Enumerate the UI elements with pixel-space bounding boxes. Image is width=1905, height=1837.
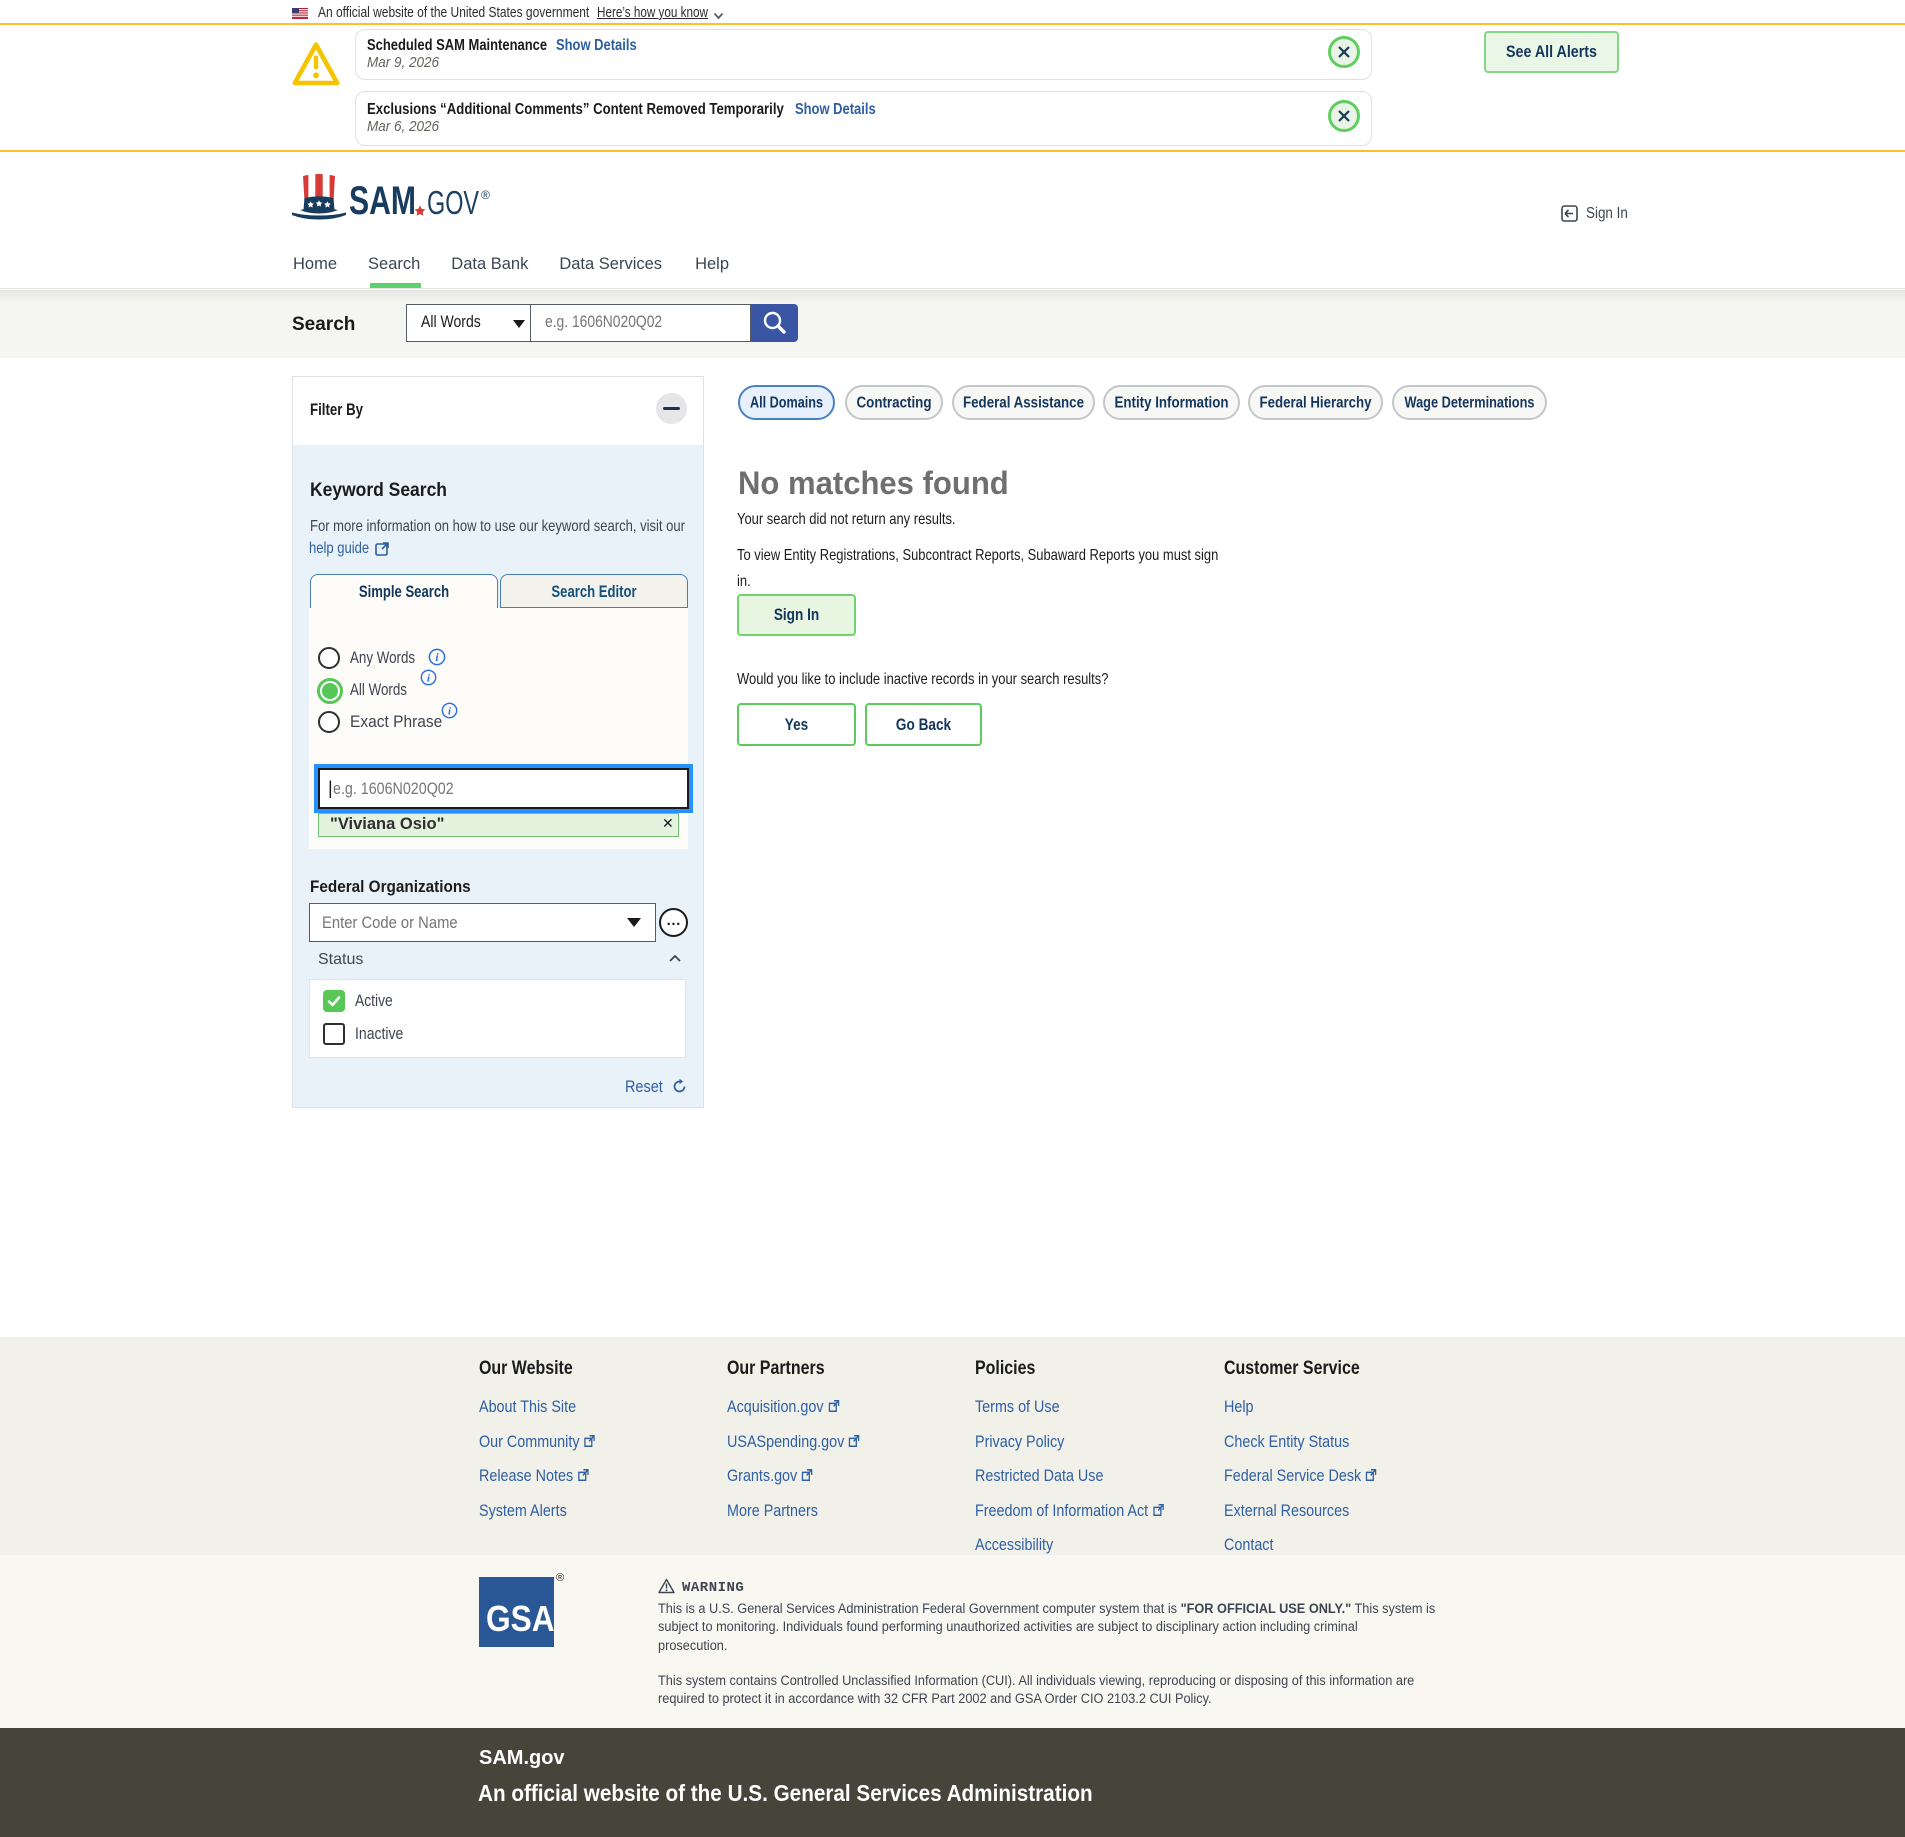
- svg-text:GOV: GOV: [427, 184, 479, 221]
- svg-text:®: ®: [481, 188, 490, 202]
- svg-text:Federal Assistance: Federal Assistance: [963, 395, 1084, 412]
- svg-text:All Domains: All Domains: [750, 395, 823, 412]
- svg-text:Federal Hierarchy: Federal Hierarchy: [1260, 395, 1372, 412]
- svg-text:Entity Information: Entity Information: [1115, 395, 1229, 412]
- svg-text:Wage Determinations: Wage Determinations: [1405, 395, 1535, 412]
- svg-text:Contracting: Contracting: [857, 395, 932, 412]
- svg-text:SAM: SAM: [349, 179, 416, 222]
